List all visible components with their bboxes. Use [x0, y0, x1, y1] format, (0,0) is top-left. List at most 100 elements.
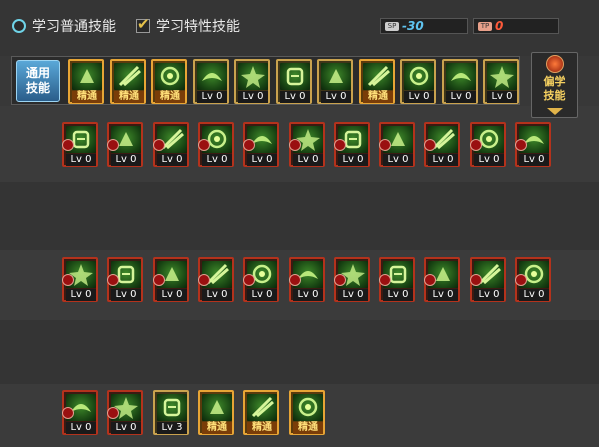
skill-slot[interactable]: Lv 0: [334, 122, 370, 167]
skill-slot[interactable]: Lv 0: [483, 59, 519, 104]
red-gem-icon: [243, 274, 255, 286]
skill-slot[interactable]: Lv 0: [470, 122, 506, 167]
skill-slot[interactable]: Lv 0: [107, 257, 143, 302]
skill-level-label: Lv 0: [338, 154, 368, 166]
skill-level-label: Lv 0: [519, 289, 549, 301]
skill-slot[interactable]: Lv 0: [243, 122, 279, 167]
golem-icon: [247, 394, 277, 421]
vortex-icon: [404, 63, 434, 90]
skill-slot[interactable]: Lv 0: [276, 59, 312, 104]
skill-level-label: Lv 0: [293, 289, 323, 301]
skill-level-label: Lv 0: [446, 91, 476, 103]
skill-level-label: Lv 0: [428, 154, 458, 166]
skill-slot[interactable]: 精通: [289, 390, 325, 435]
skill-slot[interactable]: Lv 0: [243, 257, 279, 302]
red-gem-icon: [198, 139, 210, 151]
skill-slot[interactable]: Lv 0: [62, 122, 98, 167]
red-gem-icon: [243, 139, 255, 151]
skill-slot[interactable]: 精通: [110, 59, 146, 104]
skill-slot[interactable]: Lv 0: [334, 257, 370, 302]
kneeling-figure-icon: [321, 63, 351, 90]
biased-skills-button[interactable]: 偏学 技能: [531, 52, 578, 118]
skill-slot[interactable]: Lv 0: [424, 122, 460, 167]
skill-slot[interactable]: Lv 0: [153, 257, 189, 302]
skill-slot[interactable]: Lv 0: [379, 257, 415, 302]
red-gem-icon: [515, 139, 527, 151]
common-skills-label-line2: 技能: [25, 81, 50, 95]
red-gem-icon: [334, 139, 346, 151]
tab-trait-skills[interactable]: 学习特性技能: [136, 14, 240, 38]
skill-slot[interactable]: Lv 0: [107, 390, 143, 435]
tp-tag-icon: TP: [478, 21, 492, 31]
skill-slot[interactable]: 精通: [68, 59, 104, 104]
red-gem-icon: [62, 139, 74, 151]
skill-slot[interactable]: Lv 0: [107, 122, 143, 167]
skill-level-label: Lv 0: [247, 289, 277, 301]
red-gem-icon: [470, 274, 482, 286]
red-gem-icon: [379, 139, 391, 151]
scroll-icon: [202, 394, 232, 421]
sp-tag-icon: SP: [385, 21, 399, 31]
red-gem-icon: [515, 274, 527, 286]
skill-level-label: Lv 0: [487, 91, 517, 103]
skill-level-label: Lv 0: [197, 91, 227, 103]
skill-level-label: Lv 0: [202, 154, 232, 166]
skill-level-label: Lv 0: [519, 154, 549, 166]
checkmark-icon[interactable]: [136, 15, 150, 33]
skill-slot[interactable]: Lv 0: [289, 257, 325, 302]
red-gem-icon: [107, 407, 119, 419]
skill-level-label: Lv 0: [66, 289, 96, 301]
skill-slot[interactable]: Lv 0: [379, 122, 415, 167]
skill-level-label: Lv 0: [157, 289, 187, 301]
skill-slot[interactable]: Lv 3: [153, 390, 189, 435]
tab-normal-skills-label: 学习普通技能: [32, 19, 116, 35]
wings-icon: [197, 63, 227, 90]
skill-level-label: Lv 0: [157, 154, 187, 166]
skill-slot[interactable]: Lv 0: [424, 257, 460, 302]
skill-level-label: Lv 0: [383, 289, 413, 301]
skill-level-label: Lv 0: [111, 422, 141, 434]
chevron-down-icon: [547, 108, 563, 115]
skill-slot[interactable]: 精通: [151, 59, 187, 104]
skill-slot[interactable]: Lv 0: [317, 59, 353, 104]
skill-slot[interactable]: Lv 0: [400, 59, 436, 104]
red-gem-icon: [379, 274, 391, 286]
skill-slot[interactable]: Lv 0: [193, 59, 229, 104]
red-gem-icon: [470, 139, 482, 151]
red-gem-icon: [334, 274, 346, 286]
skill-level-label: Lv 0: [404, 91, 434, 103]
red-gem-icon: [289, 274, 301, 286]
skill-slot[interactable]: Lv 0: [234, 59, 270, 104]
red-gem-icon: [153, 274, 165, 286]
skill-slot[interactable]: Lv 0: [470, 257, 506, 302]
sp-value: -30: [402, 19, 424, 33]
skill-level-label: 精通: [363, 91, 393, 103]
skill-slot[interactable]: 精通: [243, 390, 279, 435]
skill-slot[interactable]: 精通: [198, 390, 234, 435]
skill-level-label: Lv 0: [111, 154, 141, 166]
skill-slot[interactable]: Lv 0: [153, 122, 189, 167]
skill-slot[interactable]: 精通: [359, 59, 395, 104]
skill-level-label: Lv 0: [111, 289, 141, 301]
tab-normal-skills[interactable]: 学习普通技能: [12, 14, 116, 38]
skill-level-label: Lv 0: [66, 422, 96, 434]
skill-level-label: Lv 0: [247, 154, 277, 166]
skill-level-label: Lv 0: [474, 154, 504, 166]
common-skills-label-line1: 通用: [25, 66, 50, 80]
skill-slot[interactable]: Lv 0: [515, 122, 551, 167]
skill-slot[interactable]: Lv 0: [289, 122, 325, 167]
red-gem-icon: [153, 139, 165, 151]
skill-slot[interactable]: Lv 0: [62, 390, 98, 435]
skill-slot[interactable]: Lv 0: [198, 122, 234, 167]
skill-slot[interactable]: Lv 0: [442, 59, 478, 104]
skill-slot[interactable]: Lv 0: [515, 257, 551, 302]
skill-level-label: Lv 0: [202, 289, 232, 301]
skill-slot[interactable]: Lv 0: [62, 257, 98, 302]
skill-slot[interactable]: Lv 0: [198, 257, 234, 302]
radio-icon[interactable]: [12, 19, 26, 33]
skill-level-label: Lv 3: [157, 422, 187, 434]
skill-level-label: 精通: [247, 422, 277, 434]
leaf-blade-icon: [293, 394, 323, 421]
target-burst-icon: [280, 63, 310, 90]
flame-orb-icon: [546, 55, 564, 73]
